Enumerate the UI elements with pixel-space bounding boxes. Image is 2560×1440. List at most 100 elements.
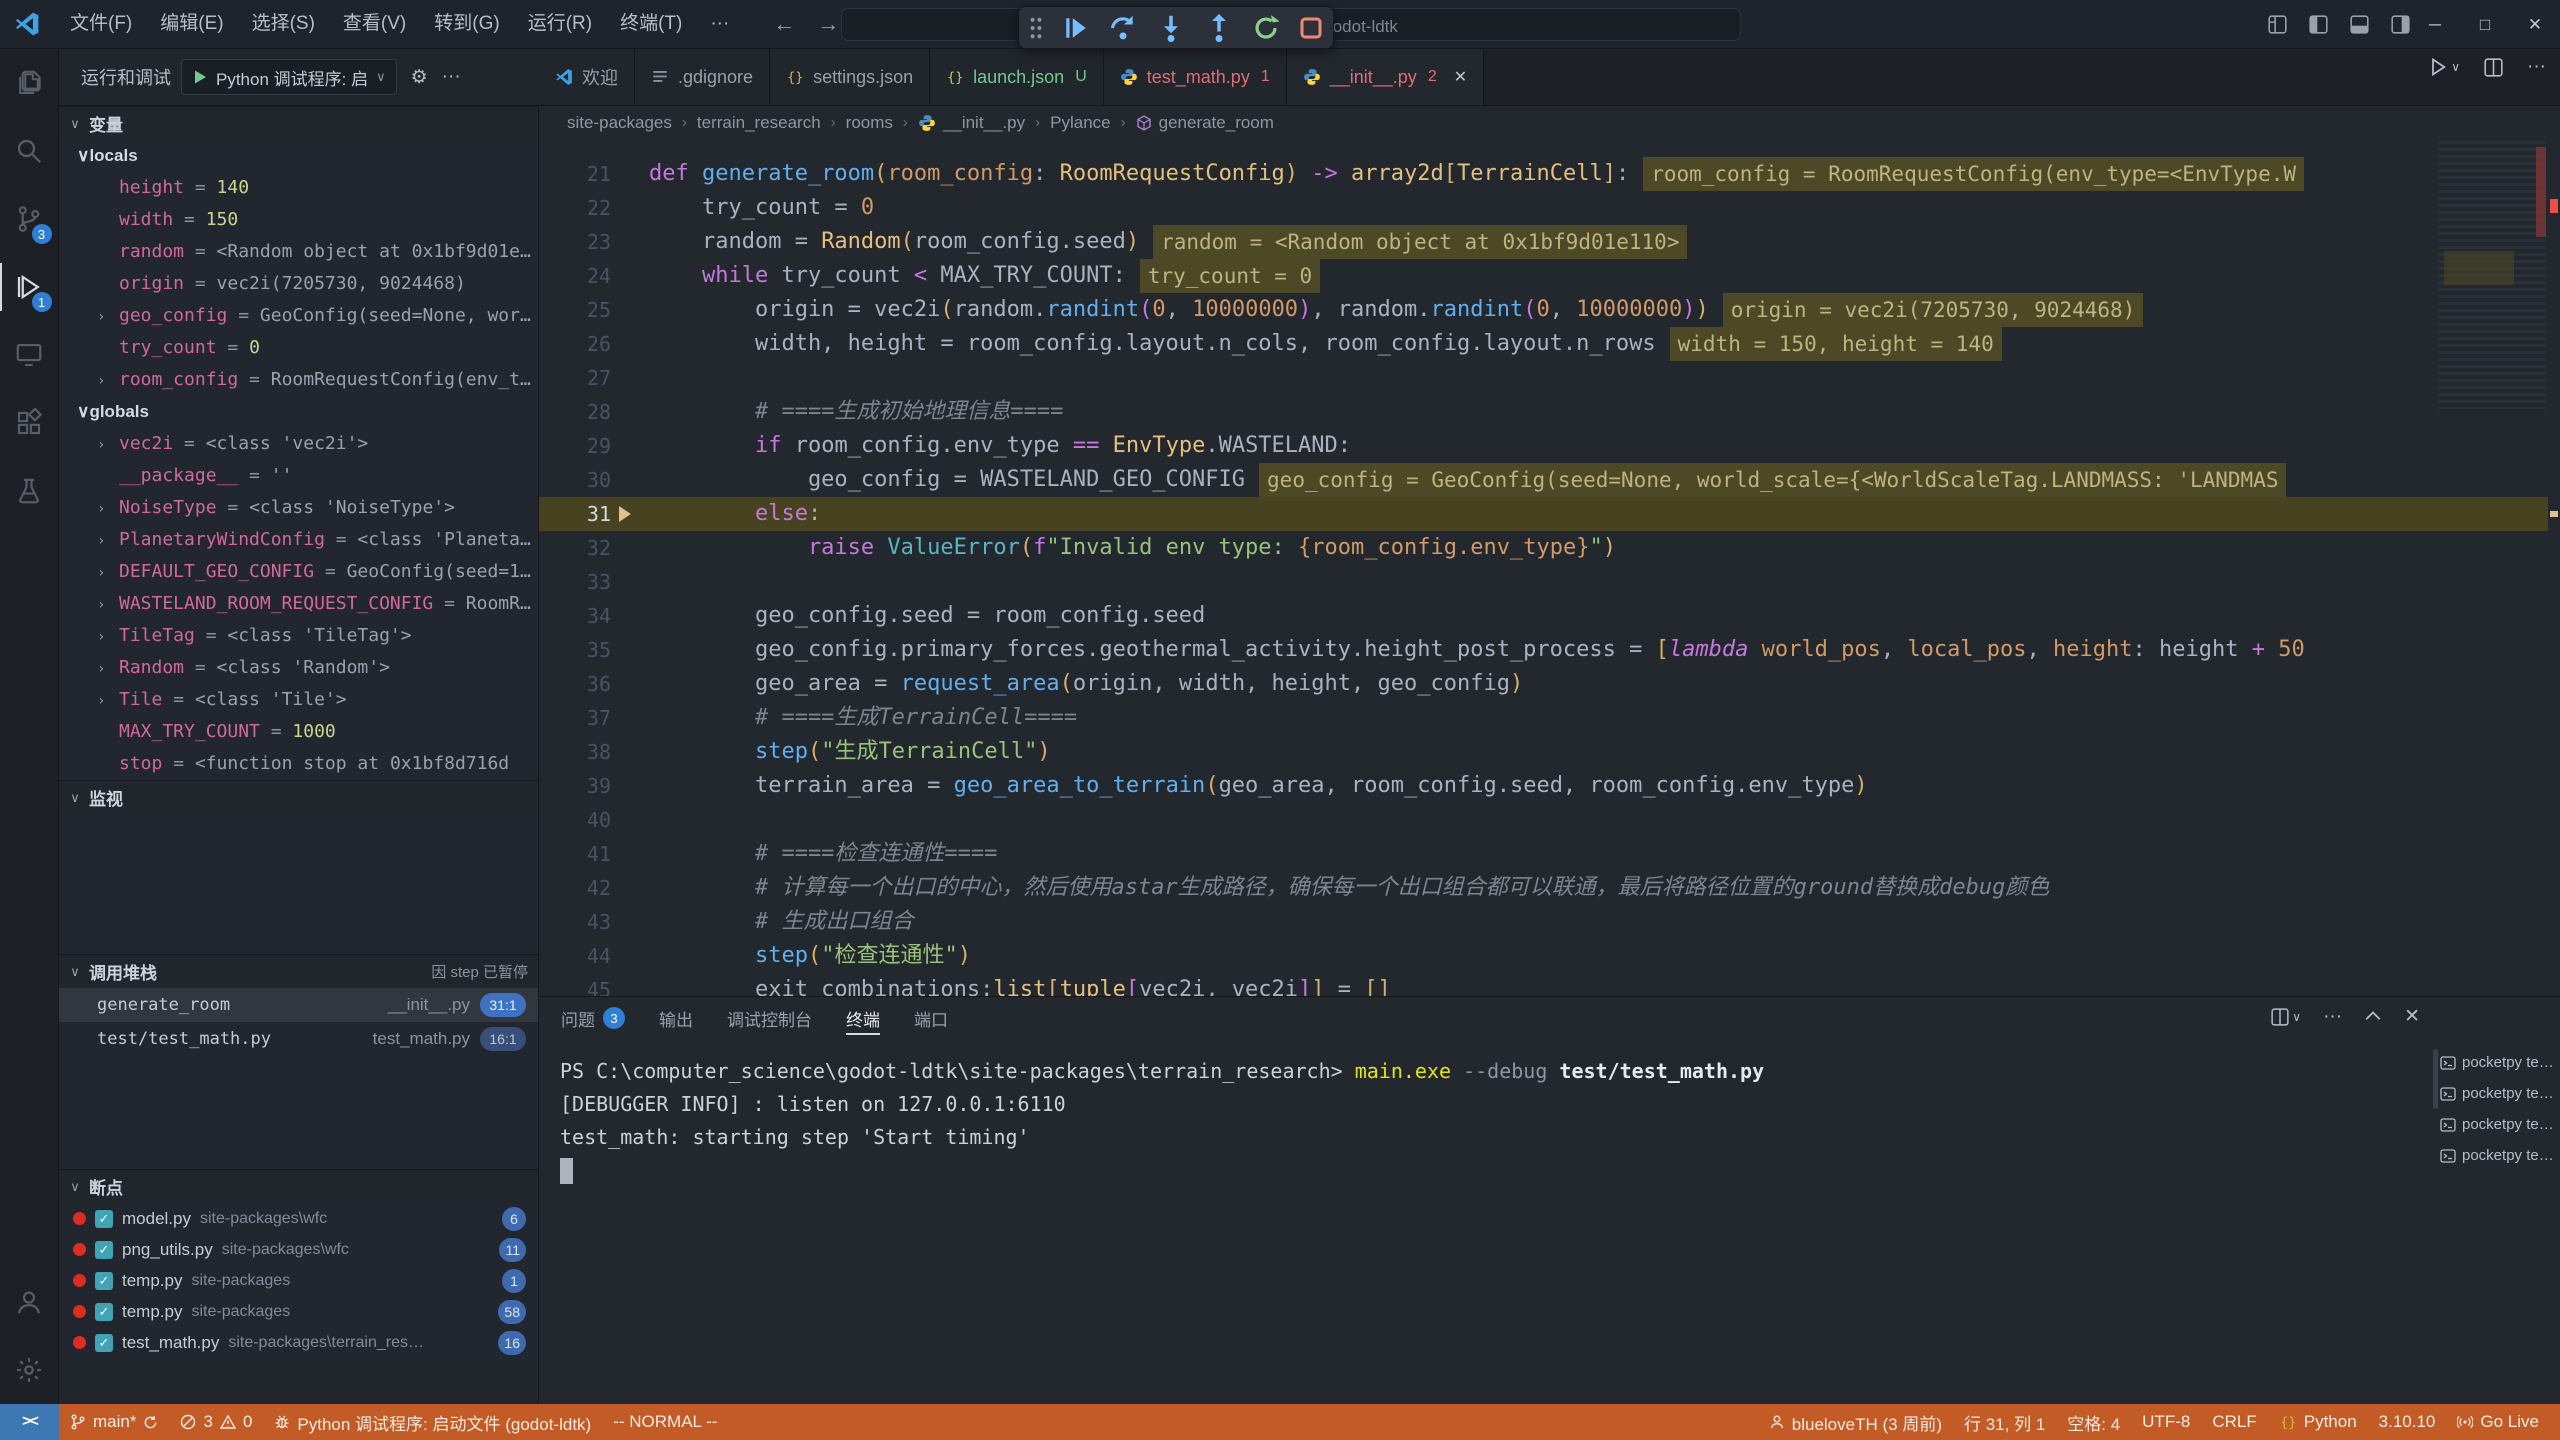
statusbar-go-live[interactable]: Go Live	[2446, 1404, 2550, 1440]
panel-more-actions-icon[interactable]: ···	[2323, 1006, 2342, 1028]
tab-launch.json[interactable]: {}launch.jsonU	[930, 49, 1104, 105]
code-line-31[interactable]: 31 else:	[539, 497, 2560, 531]
variable-row[interactable]: ›vec2i = <class 'vec2i'>	[59, 428, 538, 460]
breakpoints-section-header[interactable]: ∨ 断点	[59, 1169, 538, 1203]
code-line-43[interactable]: 43 # 生成出口组合	[539, 905, 2560, 939]
breadcrumb-item[interactable]: terrain_research	[697, 113, 821, 133]
variable-row[interactable]: ›room_config = RoomRequestConfig(env_t…	[59, 364, 538, 396]
run-dropdown-chevron-icon[interactable]: ∨	[2451, 60, 2460, 74]
step-out-button[interactable]	[1205, 14, 1233, 42]
breakpoint-row[interactable]: ✓model.pysite-packages\wfc6	[59, 1203, 538, 1234]
activity-run-debug-icon[interactable]: 1	[0, 253, 59, 321]
code-line-44[interactable]: 44 step("检查连通性")	[539, 939, 2560, 973]
activity-extensions-icon[interactable]	[0, 389, 59, 457]
breadcrumb-item[interactable]: site-packages	[567, 113, 672, 133]
step-into-button[interactable]	[1157, 14, 1185, 42]
tab-__init__.py[interactable]: __init__.py2✕	[1287, 49, 1484, 105]
panel-tab-调试控制台[interactable]: 调试控制台	[727, 997, 812, 1039]
minimize-button[interactable]: ─	[2410, 0, 2460, 49]
remote-indicator[interactable]: ><	[0, 1404, 59, 1440]
variable-row[interactable]: ›WASTELAND_ROOM_REQUEST_CONFIG = RoomR…	[59, 588, 538, 620]
breadcrumb-item[interactable]: generate_room	[1136, 113, 1274, 133]
variable-row[interactable]: random = <Random object at 0x1bf9d01e…	[59, 236, 538, 268]
maximize-panel-icon[interactable]	[2364, 1008, 2382, 1026]
code-line-35[interactable]: 35 geo_config.primary_forces.geothermal_…	[539, 633, 2560, 667]
code-line-29[interactable]: 29 if room_config.env_type == EnvType.WA…	[539, 429, 2560, 463]
menu-转到G[interactable]: 转到(G)	[420, 7, 513, 41]
breadcrumb-item[interactable]: __init__.py	[918, 113, 1025, 133]
code-line-30[interactable]: 30 geo_config = WASTELAND_GEO_CONFIGgeo_…	[539, 463, 2560, 497]
activity-remote-explorer-icon[interactable]	[0, 321, 59, 389]
breakpoint-row[interactable]: ✓temp.pysite-packages58	[59, 1296, 538, 1327]
step-over-button[interactable]	[1109, 14, 1137, 42]
tab-欢迎[interactable]: 欢迎	[539, 49, 635, 105]
terminal-list-item[interactable]: pocketpy te…	[2440, 1109, 2560, 1140]
breakpoint-checkbox[interactable]: ✓	[95, 1210, 113, 1228]
variables-section-header[interactable]: ∨ 变量	[59, 106, 538, 140]
code-line-45[interactable]: 45 exit_combinations:list[tuple[vec2i, v…	[539, 973, 2560, 996]
debug-config-dropdown[interactable]: Python 调试程序: 启 ∨	[181, 59, 397, 95]
variable-row[interactable]: height = 140	[59, 172, 538, 204]
statusbar-debug-session[interactable]: Python 调试程序: 启动文件 (godot-ldtk)	[263, 1404, 602, 1440]
breakpoint-row[interactable]: ✓png_utils.pysite-packages\wfc11	[59, 1234, 538, 1265]
terminal-list-item[interactable]: pocketpy te…	[2440, 1140, 2560, 1171]
breakpoint-checkbox[interactable]: ✓	[95, 1334, 113, 1352]
activity-settings-icon[interactable]	[0, 1336, 59, 1404]
variable-row[interactable]: width = 150	[59, 204, 538, 236]
start-debug-icon[interactable]	[192, 69, 208, 85]
code-line-25[interactable]: 25 origin = vec2i(random.randint(0, 1000…	[539, 293, 2560, 327]
activity-source-control-icon[interactable]: 3	[0, 185, 59, 253]
code-line-34[interactable]: 34 geo_config.seed = room_config.seed	[539, 599, 2560, 633]
code-line-38[interactable]: 38 step("生成TerrainCell")	[539, 735, 2560, 769]
variable-row[interactable]: ›PlanetaryWindConfig = <class 'Planeta…	[59, 524, 538, 556]
restart-button[interactable]	[1253, 15, 1279, 41]
terminal-list-item[interactable]: pocketpy te…	[2440, 1078, 2560, 1109]
variable-row[interactable]: ›Tile = <class 'Tile'>	[59, 684, 538, 716]
code-line-32[interactable]: 32 raise ValueError(f"Invalid env type: …	[539, 531, 2560, 565]
close-tab-icon[interactable]: ✕	[1454, 67, 1467, 87]
statusbar-python-version[interactable]: 3.10.10	[2368, 1404, 2447, 1440]
code-line-41[interactable]: 41 # ====检查连通性====	[539, 837, 2560, 871]
terminal-split-button[interactable]: ∨	[2271, 1008, 2301, 1026]
variables-scope-globals[interactable]: ∨globals	[59, 396, 538, 428]
menu-文件F[interactable]: 文件(F)	[56, 7, 146, 41]
customize-layout-icon[interactable]	[2268, 15, 2287, 34]
breakpoint-row[interactable]: ✓temp.pysite-packages1	[59, 1265, 538, 1296]
statusbar-problems[interactable]: 30	[169, 1404, 263, 1440]
close-panel-icon[interactable]: ✕	[2404, 1005, 2420, 1028]
menu-终端T[interactable]: 终端(T)	[606, 7, 696, 41]
toggle-secondary-sidebar-icon[interactable]	[2391, 15, 2410, 34]
variable-row[interactable]: stop = <function stop at 0x1bf8d716d	[59, 748, 538, 780]
code-line-37[interactable]: 37 # ====生成TerrainCell====	[539, 701, 2560, 735]
code-line-24[interactable]: 24 while try_count < MAX_TRY_COUNT:try_c…	[539, 259, 2560, 293]
stop-button[interactable]	[1299, 16, 1323, 40]
split-editor-icon[interactable]	[2484, 58, 2503, 77]
nav-back-icon[interactable]: ←	[773, 11, 795, 37]
variables-scope-locals[interactable]: ∨locals	[59, 140, 538, 172]
variable-row[interactable]: ›DEFAULT_GEO_CONFIG = GeoConfig(seed=1…	[59, 556, 538, 588]
drag-grip-icon[interactable]	[1029, 17, 1043, 39]
activity-explorer-icon[interactable]	[0, 49, 59, 117]
views-more-actions-icon[interactable]: ···	[442, 66, 461, 88]
variable-row[interactable]: ›Random = <class 'Random'>	[59, 652, 538, 684]
activity-search-icon[interactable]	[0, 117, 59, 185]
statusbar-eol[interactable]: CRLF	[2201, 1404, 2267, 1440]
code-editor[interactable]: 21def generate_room(room_config: RoomReq…	[539, 139, 2560, 996]
panel-tab-输出[interactable]: 输出	[659, 997, 693, 1039]
statusbar-cursor-position[interactable]: 行 31, 列 1	[1953, 1404, 2056, 1440]
terminal-output[interactable]: PS C:\computer_science\godot-ldtk\site-p…	[560, 1055, 2440, 1404]
code-line-28[interactable]: 28 # ====生成初始地理信息====	[539, 395, 2560, 429]
menu-选择S[interactable]: 选择(S)	[238, 7, 329, 41]
code-line-36[interactable]: 36 geo_area = request_area(origin, width…	[539, 667, 2560, 701]
code-line-39[interactable]: 39 terrain_area = geo_area_to_terrain(ge…	[539, 769, 2560, 803]
callstack-section-header[interactable]: ∨ 调用堆栈 因 step 已暂停	[59, 954, 538, 988]
panel-tab-问题[interactable]: 问题3	[561, 997, 625, 1039]
breakpoint-checkbox[interactable]: ✓	[95, 1241, 113, 1259]
breakpoint-checkbox[interactable]: ✓	[95, 1272, 113, 1290]
variable-row[interactable]: MAX_TRY_COUNT = 1000	[59, 716, 538, 748]
continue-button[interactable]	[1063, 15, 1089, 41]
variable-row[interactable]: try_count = 0	[59, 332, 538, 364]
code-line-42[interactable]: 42 # 计算每一个出口的中心，然后使用astar生成路径，确保每一个出口组合都…	[539, 871, 2560, 905]
variable-row[interactable]: ›TileTag = <class 'TileTag'>	[59, 620, 538, 652]
statusbar-encoding[interactable]: UTF-8	[2131, 1404, 2201, 1440]
